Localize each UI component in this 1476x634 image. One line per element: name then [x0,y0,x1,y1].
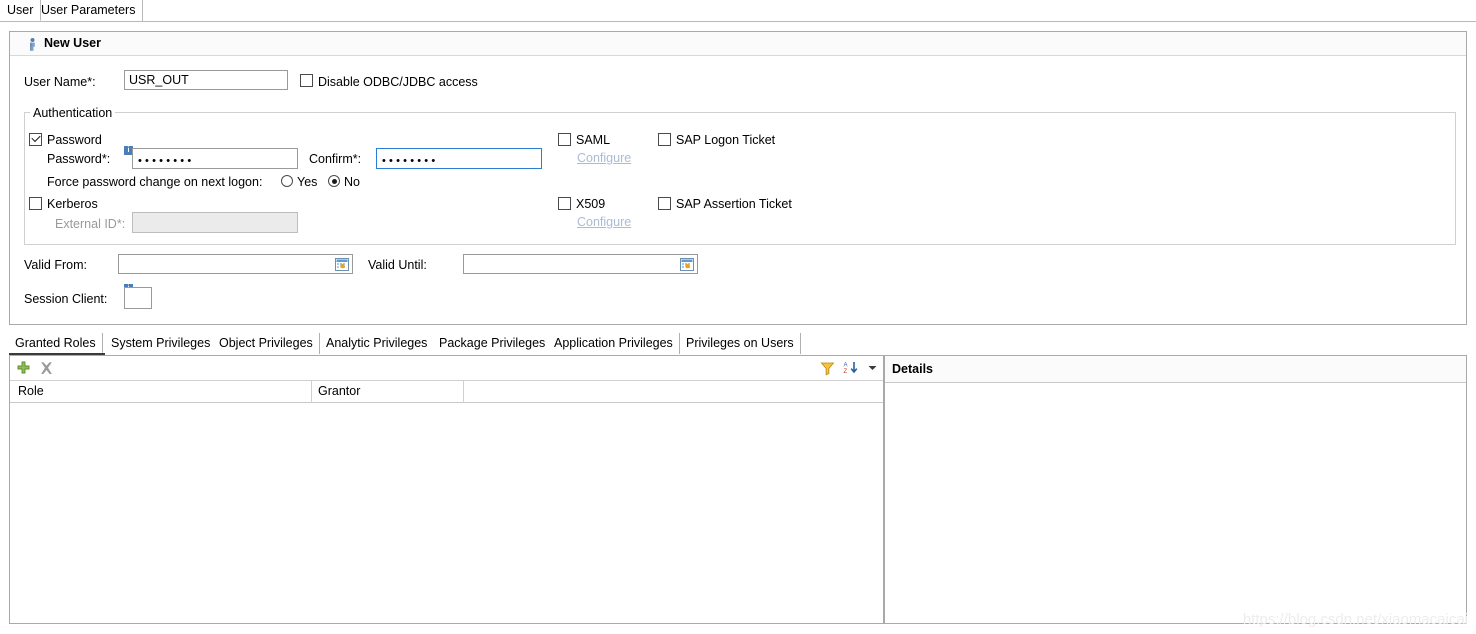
details-content [885,383,1466,623]
external-id-input [132,212,298,233]
sort-az-icon[interactable]: A Z [843,360,860,377]
svg-text:Z: Z [844,369,848,375]
saml-auth-label: SAML [576,133,611,147]
editor-tab-bar: User User Parameters [0,0,1476,22]
tab-package-privileges-label: Package Privileges [439,336,546,350]
user-person-icon [30,38,35,51]
tab-privileges-on-users-label: Privileges on Users [686,336,794,350]
tab-object-privileges-label: Object Privileges [219,336,313,350]
details-title: Details [892,362,933,376]
roles-toolbar: A Z [10,356,883,381]
sap-assertion-ticket-label: SAP Assertion Ticket [676,197,792,211]
saml-auth-checkbox[interactable] [558,133,571,146]
external-id-label: External ID*: [55,217,126,231]
password-masked-value: •••••••• [138,155,195,167]
kerberos-auth-checkbox[interactable] [29,197,42,210]
tab-user-parameters[interactable]: User Parameters [34,0,144,21]
tab-package-privileges[interactable]: Package Privileges [433,333,553,354]
panel-header [10,32,1466,56]
confirm-password-input[interactable]: •••••••• [376,148,542,169]
valid-until-label: Valid Until: [368,258,427,272]
authentication-legend: Authentication [30,106,116,120]
filter-icon[interactable] [820,361,835,376]
tab-system-privileges-label: System Privileges [111,336,211,350]
valid-until-input[interactable] [463,254,698,274]
force-change-yes-radio[interactable] [281,175,293,187]
saml-configure-link[interactable]: Configure [577,151,631,165]
password-auth-label: Password [47,133,102,147]
user-name-input[interactable] [124,70,288,90]
user-name-label: User Name*: [24,75,96,89]
valid-until-calendar-icon[interactable] [680,258,694,271]
roles-table-header: Role Grantor [10,381,883,403]
password-input[interactable]: •••••••• [132,148,298,169]
tab-analytic-privileges[interactable]: Analytic Privileges [320,333,435,354]
x509-configure-link[interactable]: Configure [577,215,631,229]
tab-application-privileges[interactable]: Application Privileges [548,333,680,354]
x509-auth-checkbox[interactable] [558,197,571,210]
details-header [885,356,1466,383]
tab-application-privileges-label: Application Privileges [554,336,673,350]
new-user-form-panel: New User User Name*: Disable ODBC/JDBC a… [9,31,1467,325]
disable-odbc-jdbc-label: Disable ODBC/JDBC access [318,75,478,89]
column-header-role[interactable]: Role [18,384,44,398]
tab-privileges-on-users[interactable]: Privileges on Users [680,333,801,354]
tab-user-label: User [7,3,34,17]
x509-auth-label: X509 [576,197,606,211]
page-title: New User [44,36,101,50]
password-auth-checkbox[interactable] [29,133,42,146]
sap-assertion-ticket-checkbox[interactable] [658,197,671,210]
granted-roles-pane: A Z Role Grantor [9,355,884,624]
tab-object-privileges[interactable]: Object Privileges [213,333,320,354]
chevron-down-icon[interactable] [867,364,878,372]
tab-granted-roles-label: Granted Roles [15,336,96,350]
tab-system-privileges[interactable]: System Privileges [105,333,218,354]
sap-logon-ticket-checkbox[interactable] [658,133,671,146]
session-client-label: Session Client: [24,292,108,306]
valid-from-calendar-icon[interactable] [335,258,349,271]
force-change-yes-label: Yes [297,175,318,189]
kerberos-auth-label: Kerberos [47,197,98,211]
column-divider-1[interactable] [311,381,312,403]
force-change-no-radio[interactable] [328,175,340,187]
column-header-grantor[interactable]: Grantor [318,384,360,398]
force-password-change-label: Force password change on next logon: [47,175,263,189]
session-client-input[interactable] [124,287,152,309]
remove-icon[interactable] [39,361,54,376]
confirm-password-label: Confirm*: [309,152,362,166]
tab-user[interactable]: User [0,0,42,21]
tab-granted-roles[interactable]: Granted Roles [9,333,103,354]
add-icon[interactable] [16,361,31,376]
column-divider-2[interactable] [463,381,464,403]
watermark-text: https://blog.csdn.net/xiaomacaicai [1242,611,1468,628]
valid-from-input[interactable] [118,254,353,274]
privileges-tab-bar: Granted Roles System Privileges Object P… [9,333,1467,355]
tab-user-parameters-label: User Parameters [41,3,136,17]
password-field-label: Password*: [47,152,111,166]
force-change-no-label: No [344,175,360,189]
tab-analytic-privileges-label: Analytic Privileges [326,336,428,350]
roles-table-body[interactable] [10,403,883,623]
details-pane: Details [884,355,1467,624]
sap-logon-ticket-label: SAP Logon Ticket [676,133,776,147]
confirm-password-masked-value: •••••••• [382,155,439,167]
disable-odbc-jdbc-checkbox[interactable] [300,74,313,87]
svg-text:A: A [844,363,848,369]
valid-from-label: Valid From: [24,258,87,272]
